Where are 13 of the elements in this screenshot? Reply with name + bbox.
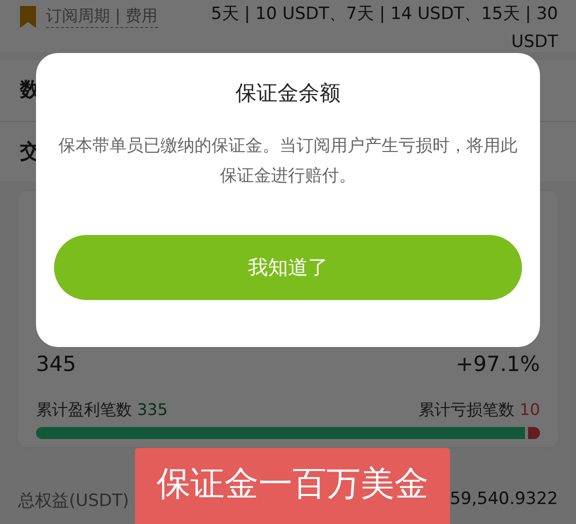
ribbon-icon [18,6,38,28]
caption-banner: 保证金一百万美金 [135,448,450,524]
field-label: 订阅周期 | 费用 [46,6,158,28]
equity-value: 59,540.9322 [450,489,558,511]
dialog-message: 保本带单员已缴纳的保证金。当订阅用户产生亏损时，将用此保证金进行赔付。 [58,135,518,188]
loss-count-label: 累计亏损笔数 10 [418,400,540,421]
trade-count: 345 [36,352,76,376]
win-rate: +97.1% [456,352,540,376]
dialog-title: 保证金余额 [236,80,340,107]
win-count-label: 累计盈利笔数 335 [36,400,168,421]
confirm-button[interactable]: 我知道了 [54,235,522,300]
equity-label: 总权益(USDT) [18,490,129,512]
field-value: 5天 | 10 USDT、7天 | 14 USDT、15天 | 30 USDT [210,3,558,54]
